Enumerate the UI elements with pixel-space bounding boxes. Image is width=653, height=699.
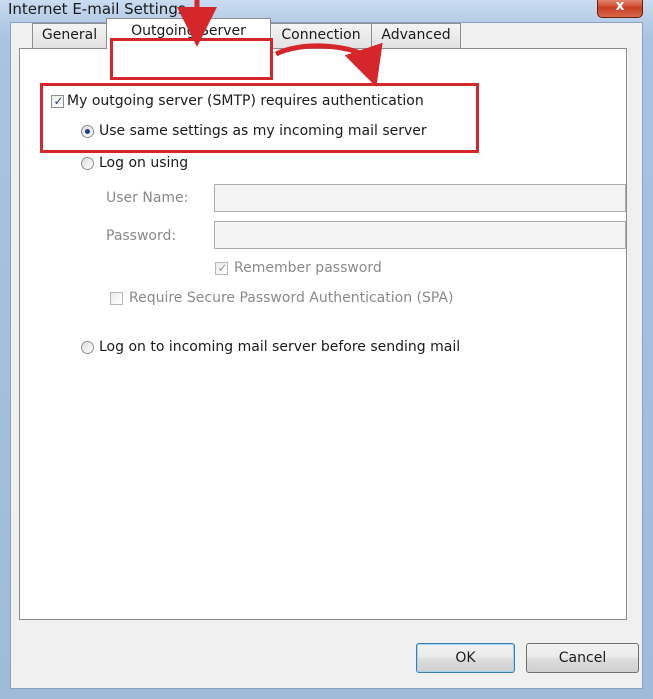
log-on-using-label: Log on using xyxy=(99,155,189,171)
password-field[interactable] xyxy=(214,221,626,249)
checkmark-icon: ✓ xyxy=(217,261,228,275)
window-title: Internet E-mail Settings xyxy=(8,0,186,18)
log-on-incoming-label: Log on to incoming mail server before se… xyxy=(99,339,461,355)
spa-checkbox[interactable] xyxy=(110,292,123,305)
ok-button[interactable]: OK xyxy=(416,643,515,673)
close-icon: x xyxy=(615,0,625,14)
tab-outgoing-server[interactable]: Outgoing Server xyxy=(106,18,271,49)
same-settings-label: Use same settings as my incoming mail se… xyxy=(99,123,427,139)
close-button[interactable]: x xyxy=(597,0,643,18)
same-settings-radio[interactable] xyxy=(81,125,94,138)
spa-label: Require Secure Password Authentication (… xyxy=(129,290,454,306)
title-bar[interactable]: Internet E-mail Settings x xyxy=(0,0,653,22)
password-label: Password: xyxy=(106,228,177,244)
username-label: User Name: xyxy=(106,190,189,206)
remember-password-label: Remember password xyxy=(234,260,382,276)
cancel-button[interactable]: Cancel xyxy=(526,643,639,673)
tab-general[interactable]: General xyxy=(32,23,107,48)
radio-selected-dot-icon xyxy=(85,129,90,134)
tab-connection[interactable]: Connection xyxy=(270,23,372,48)
tab-advanced[interactable]: Advanced xyxy=(371,23,461,48)
smtp-auth-label: My outgoing server (SMTP) requires authe… xyxy=(67,93,424,109)
checkmark-icon: ✓ xyxy=(53,94,64,108)
smtp-auth-checkbox[interactable]: ✓ xyxy=(51,94,64,108)
username-field[interactable] xyxy=(214,184,626,212)
log-on-using-radio[interactable] xyxy=(81,157,94,170)
remember-password-checkbox[interactable]: ✓ xyxy=(215,261,228,275)
log-on-incoming-radio[interactable] xyxy=(81,341,94,354)
dialog-window: Internet E-mail Settings x General Outgo… xyxy=(0,0,653,699)
